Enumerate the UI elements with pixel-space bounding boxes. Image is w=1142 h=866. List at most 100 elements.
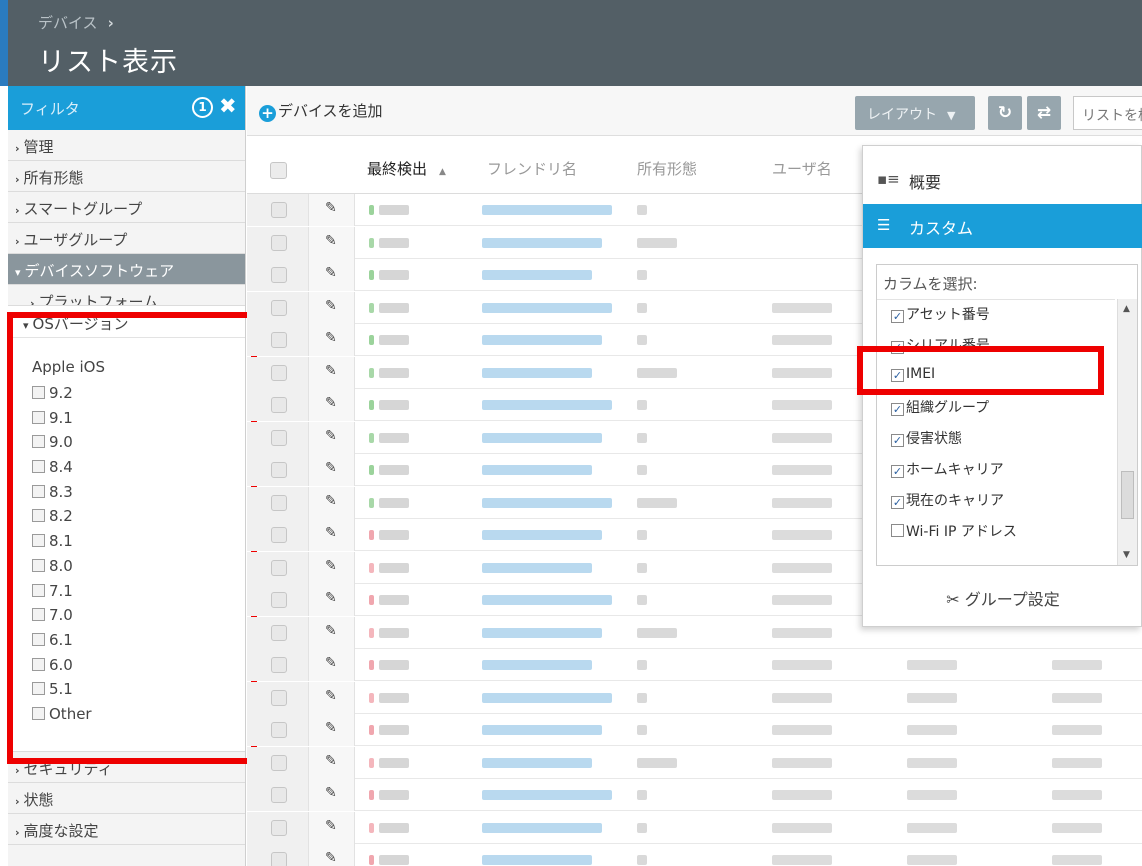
column-option[interactable]: ✓ 現在のキャリア bbox=[891, 490, 1004, 510]
blurred-ownership bbox=[637, 465, 647, 475]
table-row[interactable]: ✎ bbox=[247, 844, 1142, 866]
checked-checkbox[interactable]: ✓ bbox=[891, 310, 904, 323]
layout-option-custom[interactable]: ☰ カスタム bbox=[863, 204, 1142, 248]
group-settings-button[interactable]: ✂ グループ設定 bbox=[863, 586, 1142, 610]
pencil-icon[interactable]: ✎ bbox=[325, 558, 337, 574]
pencil-icon[interactable]: ✎ bbox=[325, 590, 337, 606]
pencil-icon[interactable]: ✎ bbox=[325, 655, 337, 671]
sidebar-item-bottom-2[interactable]: › 高度な設定 bbox=[8, 814, 245, 845]
checked-checkbox[interactable]: ✓ bbox=[891, 496, 904, 509]
pencil-icon[interactable]: ✎ bbox=[325, 233, 337, 249]
column-last-seen[interactable]: 最終検出 ▲ bbox=[367, 158, 446, 179]
row-checkbox[interactable] bbox=[271, 689, 287, 706]
row-checkbox[interactable] bbox=[271, 722, 287, 738]
pencil-icon[interactable]: ✎ bbox=[325, 818, 337, 834]
row-checkbox[interactable] bbox=[271, 592, 287, 608]
table-row[interactable]: ✎ bbox=[247, 811, 1142, 844]
row-checkbox[interactable] bbox=[271, 234, 287, 251]
column-option[interactable]: ✓ ホームキャリア bbox=[891, 459, 1004, 479]
checkbox[interactable] bbox=[891, 524, 904, 537]
row-checkbox[interactable] bbox=[271, 657, 287, 673]
table-row[interactable]: ✎ bbox=[247, 681, 1142, 714]
checked-checkbox[interactable]: ✓ bbox=[891, 465, 904, 478]
column-list[interactable]: ✓ アセット番号 ✓ シリアル番号 ✓ IMEI ✓ 組織グループ ✓ 侵害状態 ✓ ホームキャリア ✓… bbox=[877, 299, 1115, 565]
pencil-icon[interactable]: ✎ bbox=[325, 720, 337, 736]
custom-label: カスタム bbox=[909, 219, 974, 238]
checked-checkbox[interactable]: ✓ bbox=[891, 434, 904, 447]
pencil-icon[interactable]: ✎ bbox=[325, 850, 337, 866]
pencil-icon[interactable]: ✎ bbox=[325, 395, 337, 411]
row-checkbox[interactable] bbox=[271, 624, 287, 641]
layout-button[interactable]: レイアウト ▼ bbox=[855, 96, 975, 130]
select-all-checkbox[interactable] bbox=[270, 162, 287, 179]
list-search-input[interactable]: リストを検 bbox=[1073, 96, 1142, 130]
refresh-button[interactable]: ↻ bbox=[988, 96, 1022, 130]
sidebar-item-top-2[interactable]: › スマートグループ bbox=[8, 192, 245, 223]
column-list-scrollbar[interactable]: ▲ ▼ bbox=[1117, 299, 1137, 565]
pencil-icon[interactable]: ✎ bbox=[325, 785, 337, 801]
column-option[interactable]: ✓ 侵害状態 bbox=[891, 428, 962, 448]
row-checkbox[interactable] bbox=[271, 202, 287, 218]
column-option[interactable]: ✓ アセット番号 bbox=[891, 304, 990, 324]
row-edit-cell: ✎ bbox=[309, 519, 355, 551]
pencil-icon[interactable]: ✎ bbox=[325, 460, 337, 476]
pencil-icon[interactable]: ✎ bbox=[325, 363, 337, 379]
checked-checkbox[interactable]: ✓ bbox=[891, 403, 904, 416]
sidebar-item-bottom-1[interactable]: › 状態 bbox=[8, 783, 245, 814]
row-checkbox[interactable] bbox=[271, 267, 287, 283]
add-device-button[interactable]: + デバイスを追加 bbox=[259, 100, 383, 122]
row-checkbox[interactable] bbox=[271, 364, 287, 381]
column-option[interactable]: ✓ 組織グループ bbox=[891, 397, 989, 417]
row-checkbox[interactable] bbox=[271, 527, 287, 543]
row-checkbox[interactable] bbox=[271, 559, 287, 576]
pencil-icon[interactable]: ✎ bbox=[325, 265, 337, 281]
row-checkbox[interactable] bbox=[271, 494, 287, 511]
row-checkbox[interactable] bbox=[271, 332, 287, 348]
row-checkbox[interactable] bbox=[271, 819, 287, 836]
blurred-username bbox=[772, 530, 832, 540]
pencil-icon[interactable]: ✎ bbox=[325, 623, 337, 639]
export-button[interactable]: ⇄ bbox=[1027, 96, 1061, 130]
scrollbar-thumb[interactable] bbox=[1121, 471, 1134, 519]
table-row[interactable]: ✎ bbox=[247, 746, 1142, 779]
sidebar-item-top-1[interactable]: › 所有形態 bbox=[8, 161, 245, 192]
sidebar-item-device-software[interactable]: ▾ デバイスソフトウェア bbox=[8, 254, 245, 285]
blurred-username bbox=[772, 627, 832, 638]
column-ownership[interactable]: 所有形態 bbox=[637, 158, 697, 179]
pencil-icon[interactable]: ✎ bbox=[325, 330, 337, 346]
row-edit-cell: ✎ bbox=[309, 259, 355, 291]
row-checkbox[interactable] bbox=[271, 429, 287, 446]
breadcrumb-devices[interactable]: デバイス bbox=[38, 14, 98, 32]
sidebar-item-platform[interactable]: › プラットフォーム bbox=[8, 285, 245, 306]
layout-option-overview[interactable]: ▪≡ 概要 bbox=[863, 158, 1142, 202]
blurred-last-seen bbox=[379, 562, 409, 573]
row-checkbox[interactable] bbox=[271, 397, 287, 413]
pencil-icon[interactable]: ✎ bbox=[325, 298, 337, 314]
row-checkbox[interactable] bbox=[271, 462, 287, 478]
sidebar-item-top-0[interactable]: › 管理 bbox=[8, 130, 245, 161]
pencil-icon[interactable]: ✎ bbox=[325, 200, 337, 216]
row-checkbox[interactable] bbox=[271, 787, 287, 803]
row-checkbox[interactable] bbox=[271, 754, 287, 771]
close-icon[interactable]: ✖ bbox=[219, 94, 237, 118]
blurred-ownership bbox=[637, 725, 647, 735]
pencil-icon[interactable]: ✎ bbox=[325, 688, 337, 704]
column-option[interactable]: Wi-Fi IP アドレス bbox=[891, 521, 1017, 541]
pencil-icon[interactable]: ✎ bbox=[325, 428, 337, 444]
pencil-icon[interactable]: ✎ bbox=[325, 525, 337, 541]
pencil-icon[interactable]: ✎ bbox=[325, 493, 337, 509]
scroll-up-icon[interactable]: ▲ bbox=[1123, 304, 1130, 314]
table-row[interactable]: ✎ bbox=[247, 714, 1142, 746]
blurred-friendly-name bbox=[482, 790, 612, 800]
row-checkbox[interactable] bbox=[271, 852, 287, 866]
status-dot bbox=[369, 432, 374, 443]
column-friendly-name[interactable]: フレンドリ名 bbox=[487, 158, 577, 179]
breadcrumb[interactable]: デバイス › bbox=[38, 12, 114, 33]
scroll-down-icon[interactable]: ▼ bbox=[1123, 550, 1130, 560]
row-checkbox[interactable] bbox=[271, 299, 287, 316]
table-row[interactable]: ✎ bbox=[247, 779, 1142, 811]
sidebar-item-top-3[interactable]: › ユーザグループ bbox=[8, 223, 245, 254]
pencil-icon[interactable]: ✎ bbox=[325, 753, 337, 769]
table-row[interactable]: ✎ bbox=[247, 649, 1142, 681]
column-username[interactable]: ユーザ名 bbox=[772, 158, 832, 179]
